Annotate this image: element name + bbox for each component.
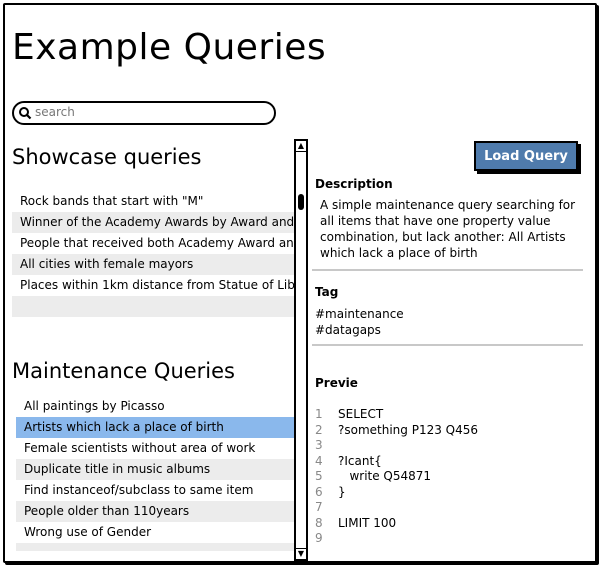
tag[interactable]: #datagaps [315, 322, 404, 338]
scroll-down-icon[interactable]: ▼ [296, 548, 306, 559]
description-text: A simple maintenance query searching for… [320, 198, 576, 260]
code-text: SELECT [338, 407, 384, 421]
divider [312, 344, 583, 346]
list-item[interactable]: People that received both Academy Award … [12, 233, 294, 254]
list-item[interactable]: All cities with female mayors [12, 254, 294, 275]
preview-label: Previe [315, 376, 358, 390]
vertical-scrollbar[interactable]: ▲ ▼ [294, 139, 308, 561]
code-text: } [338, 484, 346, 499]
list-item [16, 543, 294, 551]
code-line: 2 ?something P123 Q456 [315, 423, 478, 439]
list-item-selected[interactable]: Artists which lack a place of birth [16, 417, 294, 438]
code-line: 5 write Q54871 [315, 469, 478, 485]
search-input[interactable] [35, 104, 265, 120]
showcase-list: Rock bands that start with "M" Winner of… [12, 191, 294, 317]
search-box[interactable] [12, 101, 276, 125]
list-item[interactable] [12, 296, 294, 317]
code-text: write Q54871 [338, 469, 432, 483]
line-number: 1 [315, 407, 323, 421]
list-item[interactable]: Winner of the Academy Awards by Award an… [12, 212, 294, 233]
tag-list: #maintenance #datagaps [315, 306, 404, 338]
code-text: ?Icant{ [338, 453, 382, 468]
list-item[interactable]: Wrong use of Gender [16, 522, 294, 543]
list-item[interactable]: All paintings by Picasso [16, 396, 294, 417]
code-text: LIMIT 100 [338, 515, 397, 530]
tag[interactable]: #maintenance [315, 306, 404, 322]
list-item[interactable]: Female scientists without area of work [16, 438, 294, 459]
page-title: Example Queries [12, 27, 327, 68]
scroll-up-icon[interactable]: ▲ [296, 141, 306, 152]
code-line: 8 LIMIT 100 [315, 516, 478, 532]
list-item[interactable]: Duplicate title in music albums [16, 459, 294, 480]
line-number: 6 [315, 484, 323, 499]
line-number: 2 [315, 422, 323, 437]
code-line: 3 [315, 438, 478, 454]
showcase-heading: Showcase queries [12, 145, 202, 169]
scroll-thumb[interactable] [298, 194, 304, 210]
line-number: 3 [315, 438, 323, 452]
line-number: 9 [315, 531, 323, 545]
code-line: 1 SELECT [315, 407, 478, 423]
line-number: 4 [315, 453, 323, 468]
line-number: 5 [315, 469, 323, 483]
query-preview-code[interactable]: 1 SELECT 2 ?something P123 Q456 3 4 ?Icant{… [315, 407, 478, 547]
description-label: Description [315, 177, 393, 191]
list-item[interactable]: People older than 110years [16, 501, 294, 522]
list-item[interactable]: Places within 1km distance from Statue o… [12, 275, 294, 296]
code-text: ?something P123 Q456 [338, 422, 479, 437]
divider [312, 269, 583, 271]
code-line: 9 [315, 531, 478, 547]
list-item[interactable]: Find instanceof/subclass to same item [16, 480, 294, 501]
maintenance-heading: Maintenance Queries [12, 359, 236, 383]
load-query-button[interactable]: Load Query [474, 141, 578, 171]
tag-label: Tag [315, 285, 339, 299]
code-line: 7 [315, 500, 478, 516]
code-line: 6} [315, 485, 478, 501]
maintenance-list: All paintings by Picasso Artists which l… [16, 396, 294, 551]
search-icon [19, 107, 32, 120]
list-item[interactable]: Rock bands that start with "M" [12, 191, 294, 212]
line-number: 8 [315, 515, 323, 530]
line-number: 7 [315, 500, 323, 514]
code-line: 4 ?Icant{ [315, 454, 478, 470]
